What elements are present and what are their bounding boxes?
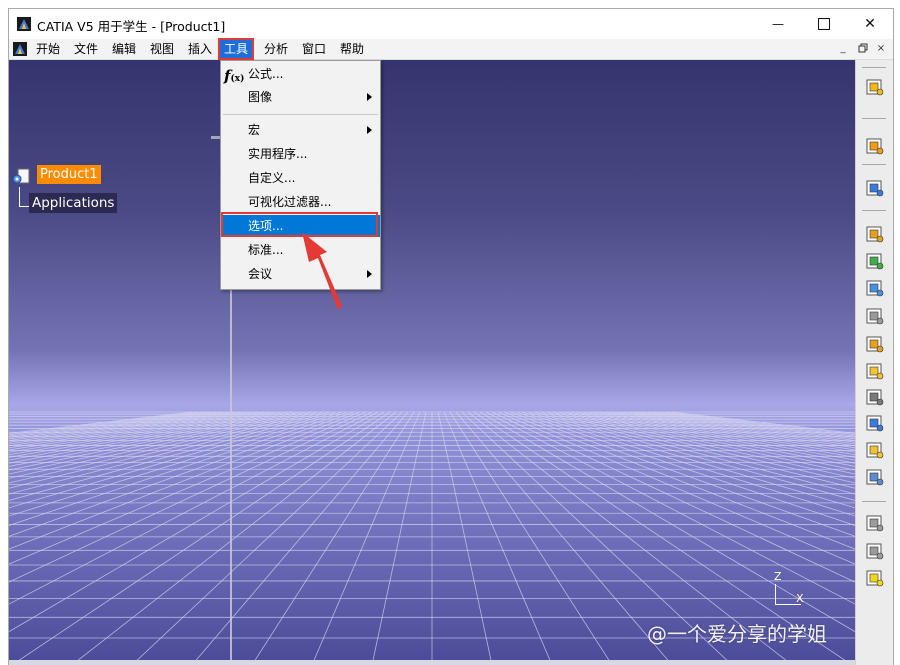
title-bar: CATIA V5 用于学生 - [Product1] — ✕ xyxy=(9,9,893,39)
hide-show-icon[interactable] xyxy=(865,513,885,533)
ground-grid xyxy=(9,411,855,665)
menu-start[interactable]: 开始 xyxy=(34,39,62,59)
menu-item-utility[interactable]: 实用程序... xyxy=(221,143,380,165)
menu-analyze[interactable]: 分析 xyxy=(262,39,290,59)
annotation-highlight-box xyxy=(221,212,378,237)
menu-item-customize[interactable]: 自定义... xyxy=(221,167,380,189)
fly-mode-icon[interactable] xyxy=(865,178,885,198)
tools-dropdown-menu: f(x) 公式... 图像 宏 实用程序... 自定义... 可视化过滤器...… xyxy=(220,60,381,290)
toolbar-separator xyxy=(862,164,886,165)
view-icon[interactable] xyxy=(865,541,885,561)
watermark: @一个爱分享的学姐 xyxy=(647,622,827,646)
menu-item-conference[interactable]: 会议 xyxy=(221,263,380,285)
numbering-icon[interactable] xyxy=(865,387,885,407)
axis-z-label: Z xyxy=(774,570,782,583)
status-strip xyxy=(9,660,855,665)
light-bulb-icon[interactable] xyxy=(865,568,885,588)
select-arrow-icon[interactable] xyxy=(865,136,885,156)
reorder-icon[interactable] xyxy=(865,361,885,381)
axis-z-line xyxy=(775,584,776,604)
3d-viewport[interactable]: Product1 Applications Z X @一个爱分享的学姐 xyxy=(9,60,855,665)
scene-icon[interactable] xyxy=(865,467,885,487)
toolbar-separator xyxy=(862,118,886,119)
restore-icon xyxy=(858,43,868,53)
submenu-arrow-icon xyxy=(367,270,372,278)
gear-product-icon[interactable] xyxy=(865,224,885,244)
menu-window[interactable]: 窗口 xyxy=(300,39,328,59)
right-toolbar xyxy=(855,60,893,665)
menu-insert[interactable]: 插入 xyxy=(186,39,214,59)
submenu-arrow-icon xyxy=(367,93,372,101)
document-icon[interactable] xyxy=(13,42,27,56)
mdi-restore-button[interactable] xyxy=(857,43,869,55)
multi-instantiation-icon[interactable] xyxy=(865,440,885,460)
menu-file[interactable]: 文件 xyxy=(72,39,100,59)
mdi-close-button[interactable]: × xyxy=(875,43,887,55)
minimize-button[interactable]: — xyxy=(755,9,801,39)
toolbar-separator xyxy=(862,67,886,68)
menu-item-image[interactable]: 图像 xyxy=(221,86,380,108)
menu-tools[interactable]: 工具 xyxy=(217,38,255,60)
menu-bar: 开始 文件 编辑 视图 插入 工具 分析 窗口 帮助 _ × xyxy=(9,38,893,60)
axis-x-line xyxy=(775,604,801,605)
toolbar-separator xyxy=(862,210,886,211)
catia-window: CATIA V5 用于学生 - [Product1] — ✕ 开始 文件 编辑 … xyxy=(8,8,894,665)
maximize-icon xyxy=(818,18,830,30)
mdi-minimize-button[interactable]: _ xyxy=(837,43,849,55)
existing-component-icon[interactable] xyxy=(865,251,885,271)
toolbar-separator xyxy=(862,501,886,502)
maximize-button[interactable] xyxy=(801,9,847,39)
bill-of-material-icon[interactable] xyxy=(865,413,885,433)
menu-view[interactable]: 视图 xyxy=(148,39,176,59)
component-positioning-icon[interactable] xyxy=(865,278,885,298)
close-icon: ✕ xyxy=(864,16,876,32)
catalog-icon[interactable] xyxy=(865,77,885,97)
product-node-icon[interactable] xyxy=(11,167,31,187)
menu-item-formula[interactable]: f(x) 公式... xyxy=(221,63,380,85)
minimize-icon: — xyxy=(772,17,784,31)
tree-node-applications[interactable]: Applications xyxy=(29,193,118,213)
menu-item-standards[interactable]: 标准... xyxy=(221,239,380,261)
catia-logo-icon xyxy=(17,17,31,31)
graph-tree-icon[interactable] xyxy=(865,334,885,354)
menu-separator xyxy=(223,114,378,115)
submenu-arrow-icon xyxy=(367,126,372,134)
menu-item-visualization-filters[interactable]: 可视化过滤器... xyxy=(221,191,380,213)
replace-component-icon[interactable] xyxy=(865,306,885,326)
menu-help[interactable]: 帮助 xyxy=(338,39,366,59)
tree-node-product1[interactable]: Product1 xyxy=(37,165,101,184)
menu-item-macro[interactable]: 宏 xyxy=(221,119,380,141)
menu-edit[interactable]: 编辑 xyxy=(110,39,138,59)
window-title: CATIA V5 用于学生 - [Product1] xyxy=(37,19,226,34)
close-button[interactable]: ✕ xyxy=(847,9,893,39)
